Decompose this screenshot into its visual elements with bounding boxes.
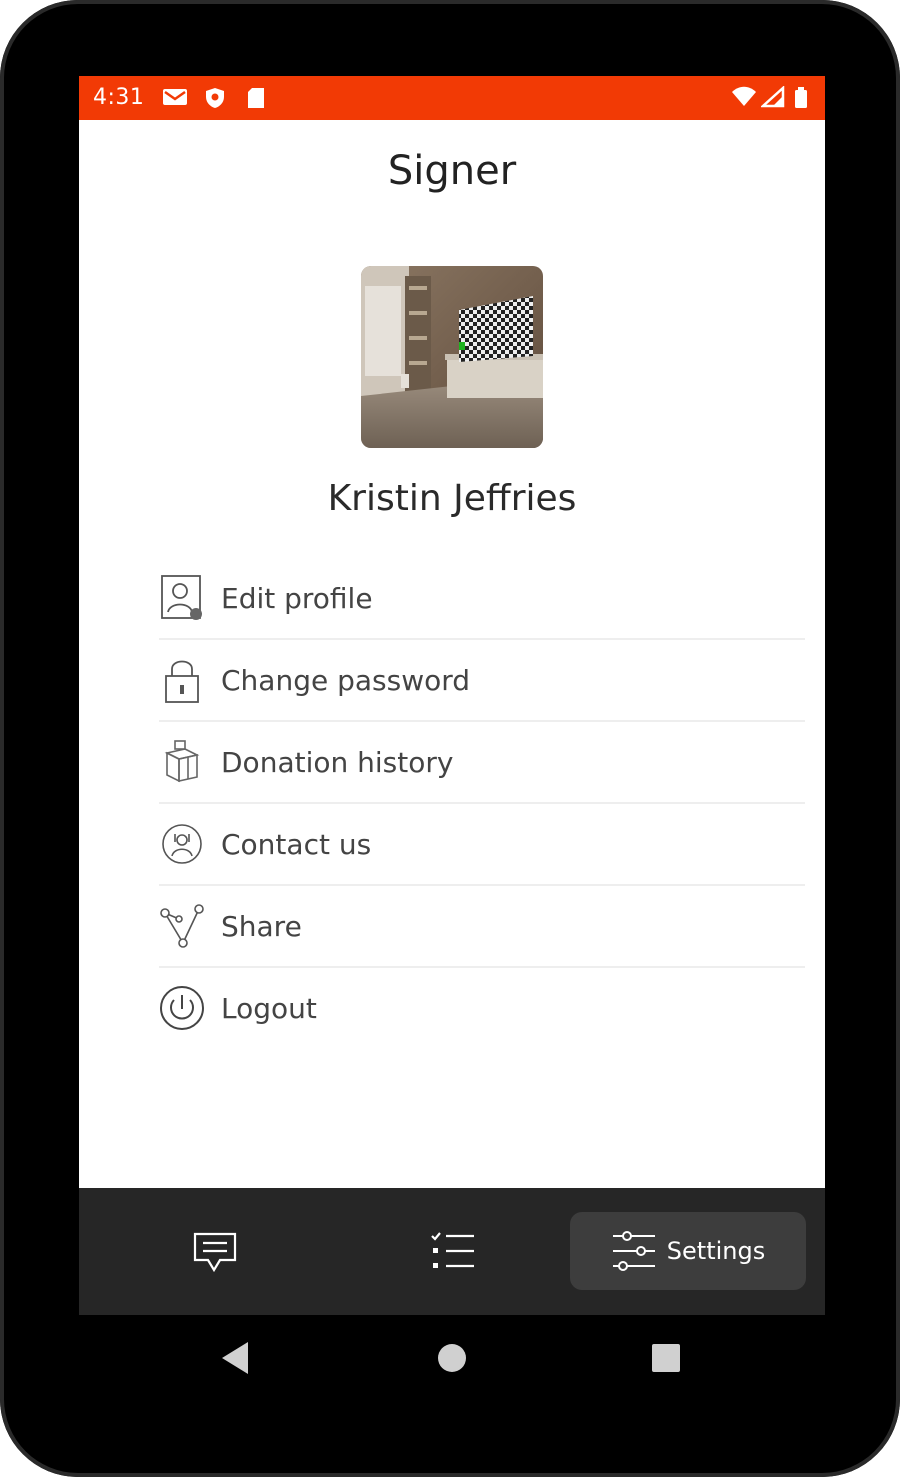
- menu-label-edit-profile: Edit profile: [221, 581, 373, 615]
- status-bar: 4:31: [79, 76, 825, 120]
- menu-label-share: Share: [221, 909, 302, 943]
- checklist-icon: [431, 1231, 474, 1268]
- menu-item-donation-history[interactable]: Donation history: [159, 722, 805, 804]
- tab-settings[interactable]: Settings: [570, 1212, 806, 1290]
- tab-list[interactable]: [383, 1188, 523, 1315]
- menu-label-change-password: Change password: [221, 663, 471, 697]
- contact-support-icon: [159, 821, 205, 867]
- status-time: 4:31: [93, 85, 145, 110]
- recents-icon[interactable]: [650, 1342, 682, 1374]
- menu-item-change-password[interactable]: Change password: [159, 640, 805, 722]
- back-icon[interactable]: [218, 1340, 252, 1376]
- gmail-icon: [163, 89, 187, 105]
- bottom-tab-bar: Settings: [79, 1188, 825, 1315]
- app-screen: 4:31 Signer Kristin Jeffries Edit profil…: [79, 76, 825, 1315]
- menu-item-share[interactable]: Share: [159, 886, 805, 968]
- signal-icon: [761, 86, 785, 108]
- user-edit-icon: [159, 575, 205, 621]
- menu-item-edit-profile[interactable]: Edit profile: [159, 558, 805, 640]
- message-icon: [193, 1232, 237, 1272]
- menu-label-logout: Logout: [221, 991, 317, 1025]
- sliders-icon: [612, 1231, 655, 1271]
- power-icon: [159, 985, 205, 1031]
- tablet-frame: 4:31 Signer Kristin Jeffries Edit profil…: [0, 0, 900, 1477]
- tab-messages[interactable]: [145, 1188, 285, 1315]
- home-icon[interactable]: [436, 1342, 468, 1374]
- menu-label-contact-us: Contact us: [221, 827, 372, 861]
- menu-item-contact-us[interactable]: Contact us: [159, 804, 805, 886]
- app-title: Signer: [387, 148, 517, 194]
- user-name: Kristin Jeffries: [327, 478, 577, 519]
- shield-icon: [206, 88, 224, 108]
- room-photo: [361, 266, 543, 448]
- tab-settings-label: Settings: [666, 1237, 766, 1265]
- menu-label-donation-history: Donation history: [221, 745, 454, 779]
- battery-icon: [795, 87, 807, 108]
- lock-icon: [159, 657, 205, 703]
- avatar[interactable]: [361, 266, 543, 448]
- sd-card-icon: [248, 88, 264, 108]
- settings-menu: Edit profile Change password Donation hi…: [159, 558, 805, 1048]
- wifi-icon: [732, 86, 756, 106]
- menu-item-logout[interactable]: Logout: [159, 968, 805, 1048]
- share-icon: [159, 903, 205, 949]
- gift-box-icon: [159, 739, 205, 785]
